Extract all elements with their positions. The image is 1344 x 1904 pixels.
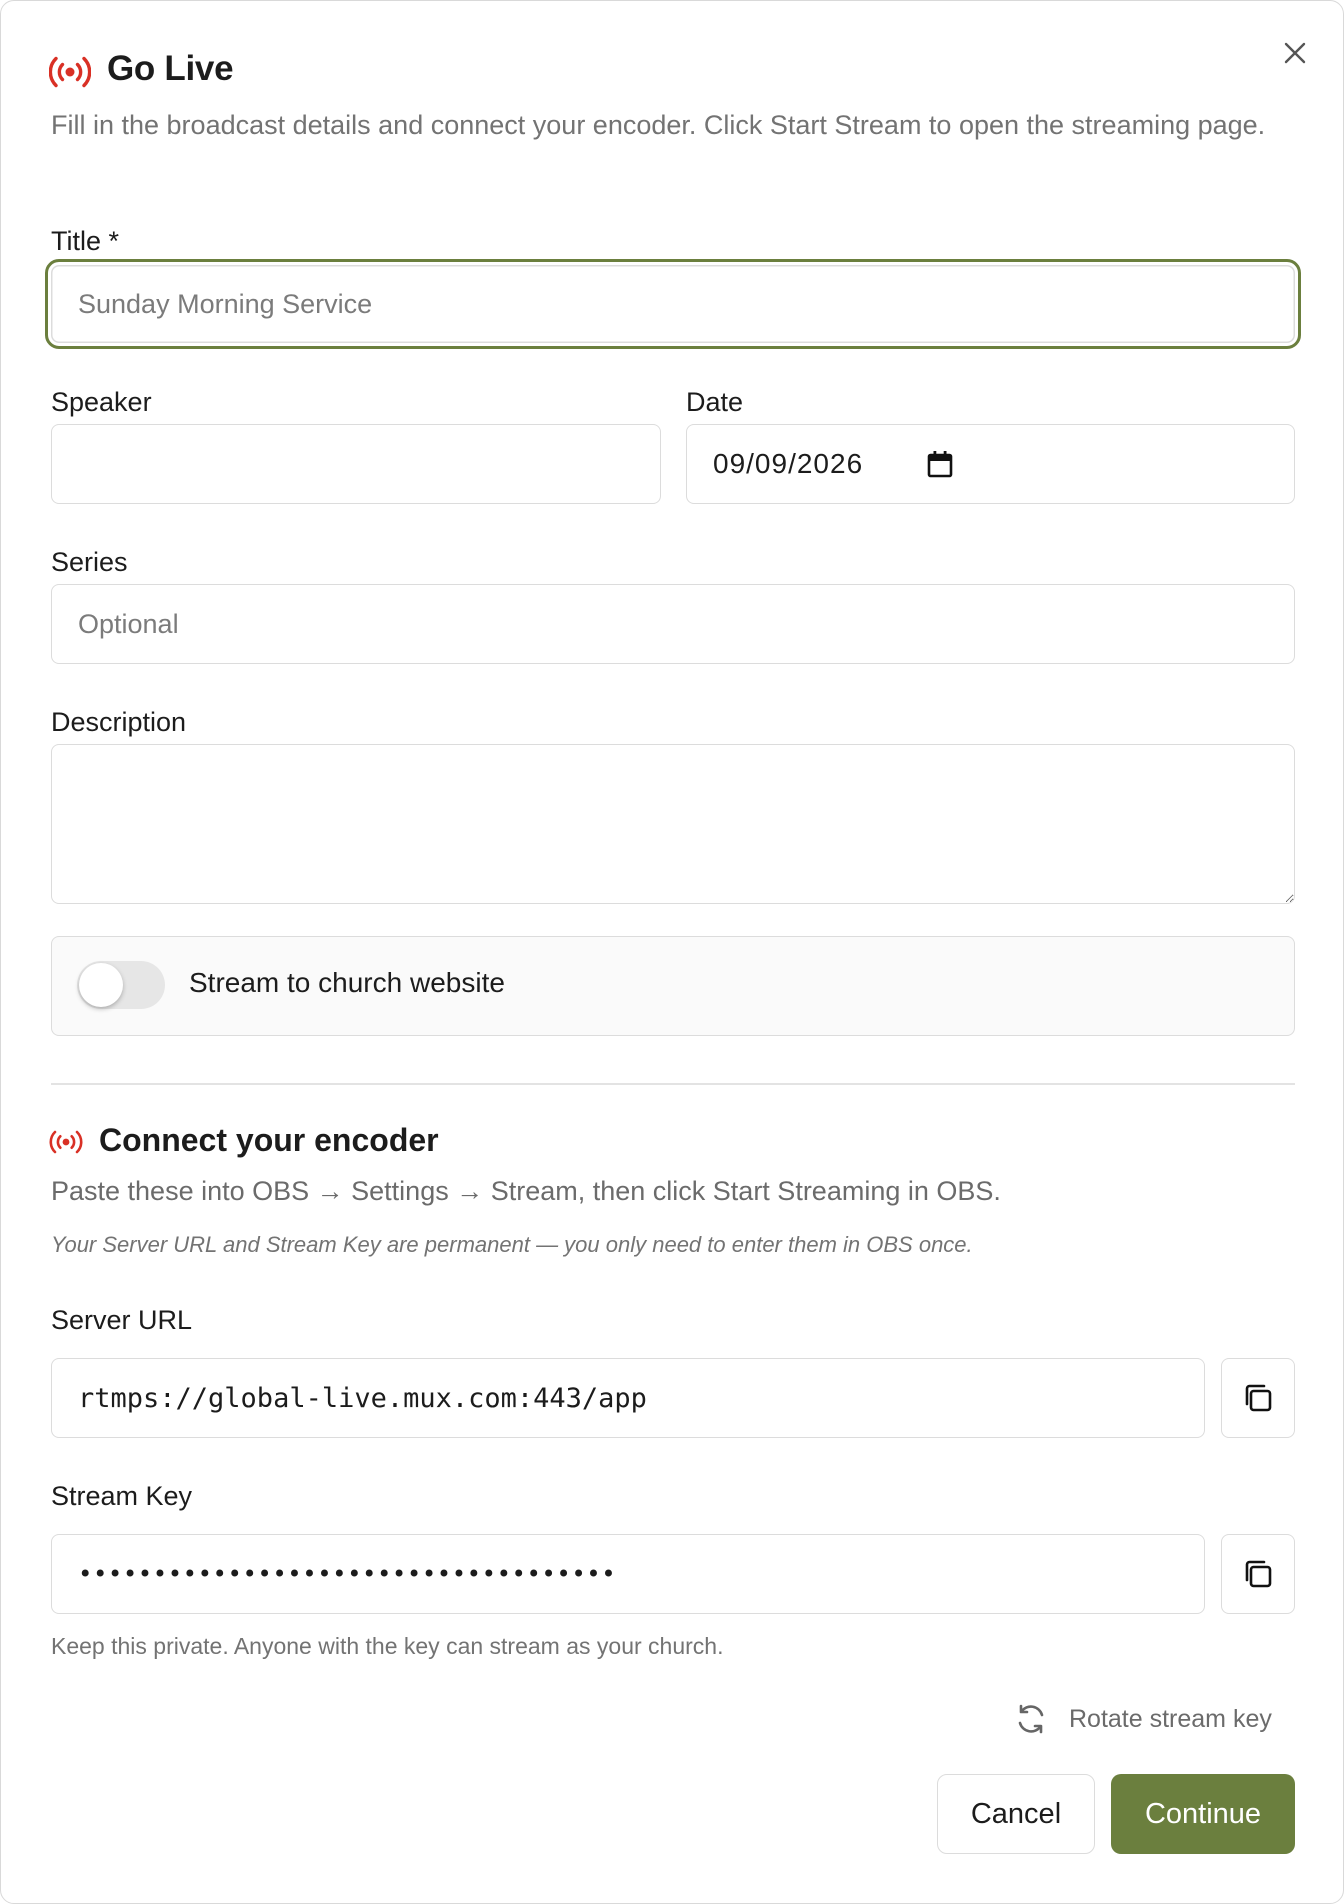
description-label: Description xyxy=(51,707,187,737)
close-button[interactable] xyxy=(1275,33,1315,73)
series-label: Series xyxy=(51,547,128,577)
copy-icon xyxy=(1245,1384,1272,1412)
speaker-label: Speaker xyxy=(51,387,152,417)
close-icon xyxy=(1284,42,1306,64)
date-label: Date xyxy=(686,387,744,417)
date-input[interactable]: 09/09/2026 xyxy=(686,424,1295,504)
title-label: Title * xyxy=(51,226,120,256)
cancel-button[interactable]: Cancel xyxy=(937,1774,1095,1854)
dialog-title: Go Live xyxy=(107,49,234,88)
stream-key-field[interactable]: •••••••••••••••••••••••••••••••••••• xyxy=(51,1534,1205,1614)
series-input[interactable] xyxy=(51,584,1295,664)
rotate-stream-key-label: Rotate stream key xyxy=(1069,1704,1272,1733)
go-live-dialog: Go Live Fill in the broadcast details an… xyxy=(0,0,1344,1904)
copy-icon xyxy=(1245,1560,1272,1588)
server-url-label: Server URL xyxy=(51,1305,193,1335)
copy-server-url-button[interactable] xyxy=(1221,1358,1295,1438)
stream-key-label: Stream Key xyxy=(51,1481,193,1511)
description-textarea[interactable] xyxy=(51,744,1295,904)
broadcast-icon xyxy=(49,1130,83,1154)
broadcast-icon xyxy=(49,56,91,88)
calendar-icon[interactable] xyxy=(927,450,953,478)
stream-key-help: Keep this private. Anyone with the key c… xyxy=(51,1633,724,1659)
continue-button[interactable]: Continue xyxy=(1111,1774,1295,1854)
rotate-stream-key-button[interactable]: Rotate stream key xyxy=(1013,1697,1272,1741)
stream-to-website-label: Stream to church website xyxy=(189,967,505,998)
server-url-field[interactable] xyxy=(51,1358,1205,1438)
stream-key-masked: •••••••••••••••••••••••••••••••••••• xyxy=(78,1560,617,1588)
encoder-heading: Connect your encoder xyxy=(99,1122,439,1158)
toggle-knob xyxy=(79,963,123,1007)
refresh-icon xyxy=(1018,1704,1044,1734)
copy-stream-key-button[interactable] xyxy=(1221,1534,1295,1614)
title-input[interactable] xyxy=(45,259,1301,349)
encoder-instructions: Paste these into OBS → Settings → Stream… xyxy=(51,1176,1001,1206)
speaker-input[interactable] xyxy=(51,424,661,504)
section-divider xyxy=(51,1083,1295,1085)
dialog-subtitle: Fill in the broadcast details and connec… xyxy=(51,110,1266,140)
date-value: 09/09/2026 xyxy=(713,448,864,479)
encoder-note: Your Server URL and Stream Key are perma… xyxy=(51,1232,973,1257)
